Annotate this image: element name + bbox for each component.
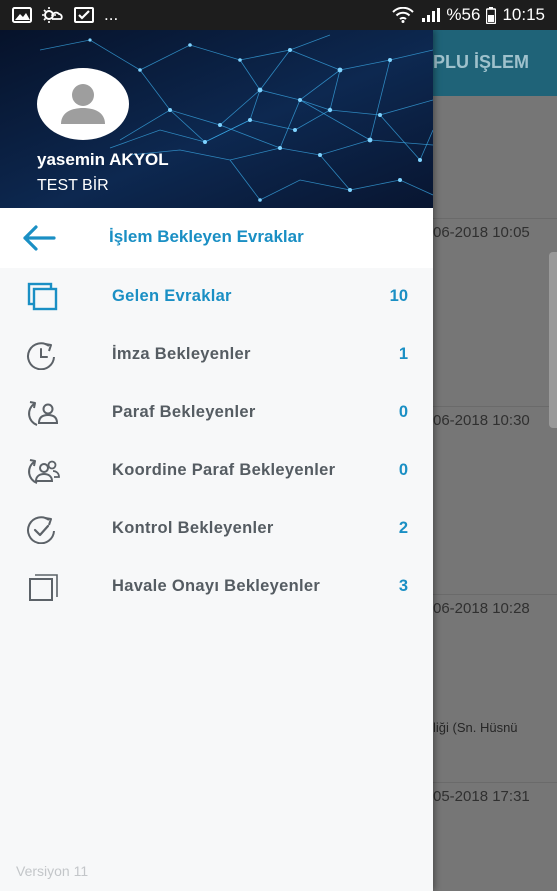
menu-item-kontrol-bekleyenler[interactable]: Kontrol Bekleyenler 2 (0, 500, 433, 558)
menu-item-havale-onayi-bekleyenler[interactable]: Havale Onayı Bekleyenler 3 (0, 558, 433, 616)
person-icon (61, 84, 105, 124)
avatar[interactable] (37, 68, 129, 140)
menu-item-label: Kontrol Bekleyenler (112, 519, 274, 537)
menu-item-count: 0 (398, 403, 408, 421)
background-timestamp: 06-2018 10:05 (433, 224, 530, 241)
menu-item-koordine-paraf-bekleyenler[interactable]: Koordine Paraf Bekleyenler 0 (0, 442, 433, 500)
menu-item-count: 3 (398, 577, 408, 595)
wifi-icon (392, 7, 415, 23)
version-label: Versiyon 11 (16, 863, 89, 879)
user-name: yasemin AKYOL (37, 150, 169, 169)
documents-stack-icon (22, 280, 62, 314)
menu-item-gelen-evraklar[interactable]: Gelen Evraklar 10 (0, 268, 433, 326)
menu-item-count: 10 (389, 287, 408, 305)
background-list: 06-2018 10:05 06-2018 10:30 06-2018 10:2… (433, 96, 557, 891)
background-timestamp: 05-2018 17:31 (433, 788, 530, 805)
clock: 10:15 (502, 5, 545, 24)
users-refresh-icon (22, 454, 62, 488)
background-divider (433, 406, 557, 407)
status-bar: ... %56 10:15 (0, 0, 557, 30)
more-notifications: ... (104, 5, 119, 24)
menu-item-label: Paraf Bekleyenler (112, 403, 256, 421)
background-divider (433, 594, 557, 595)
menu-item-imza-bekleyenler[interactable]: İmza Bekleyenler 1 (0, 326, 433, 384)
weather-notification-icon (42, 7, 64, 23)
drawer-header: yasemin AKYOL TEST BİR (0, 30, 433, 208)
check-notification-icon (74, 7, 94, 23)
menu-item-label: Havale Onayı Bekleyenler (112, 577, 321, 595)
background-timestamp: 06-2018 10:28 (433, 600, 530, 617)
background-divider (433, 218, 557, 219)
background-divider (433, 782, 557, 783)
navigation-drawer: yasemin AKYOL TEST BİR İşlem Bekleyen Ev… (0, 30, 433, 891)
battery-icon (486, 6, 497, 24)
user-organization: TEST BİR (37, 177, 109, 194)
background-timestamp: 06-2018 10:30 (433, 412, 530, 429)
menu-item-label: İmza Bekleyenler (112, 345, 251, 363)
menu-item-count: 0 (398, 461, 408, 479)
menu-item-paraf-bekleyenler[interactable]: Paraf Bekleyenler 0 (0, 384, 433, 442)
section-header: İşlem Bekleyen Evraklar (0, 208, 433, 268)
back-button[interactable] (20, 223, 58, 253)
clock-refresh-icon (22, 338, 62, 372)
copy-icon (22, 570, 62, 604)
menu-item-count: 1 (398, 345, 408, 363)
background-toolbar-title: PLU İŞLEM (433, 52, 530, 72)
background-snippet: liği (Sn. Hüsnü (433, 720, 518, 735)
menu-item-label: Koordine Paraf Bekleyenler (112, 461, 336, 479)
arrow-back-icon (23, 225, 56, 251)
menu-list: Gelen Evraklar 10 İmza Bekleyenler 1 Par… (0, 268, 433, 616)
check-refresh-icon (22, 512, 62, 546)
battery-level: %56 (446, 5, 481, 24)
menu-item-label: Gelen Evraklar (112, 287, 232, 305)
menu-item-count: 2 (398, 519, 408, 537)
user-refresh-icon (22, 396, 62, 430)
image-notification-icon (12, 7, 32, 23)
background-scrollbar[interactable] (549, 252, 557, 428)
section-title: İşlem Bekleyen Evraklar (109, 227, 304, 246)
signal-icon (420, 7, 441, 23)
